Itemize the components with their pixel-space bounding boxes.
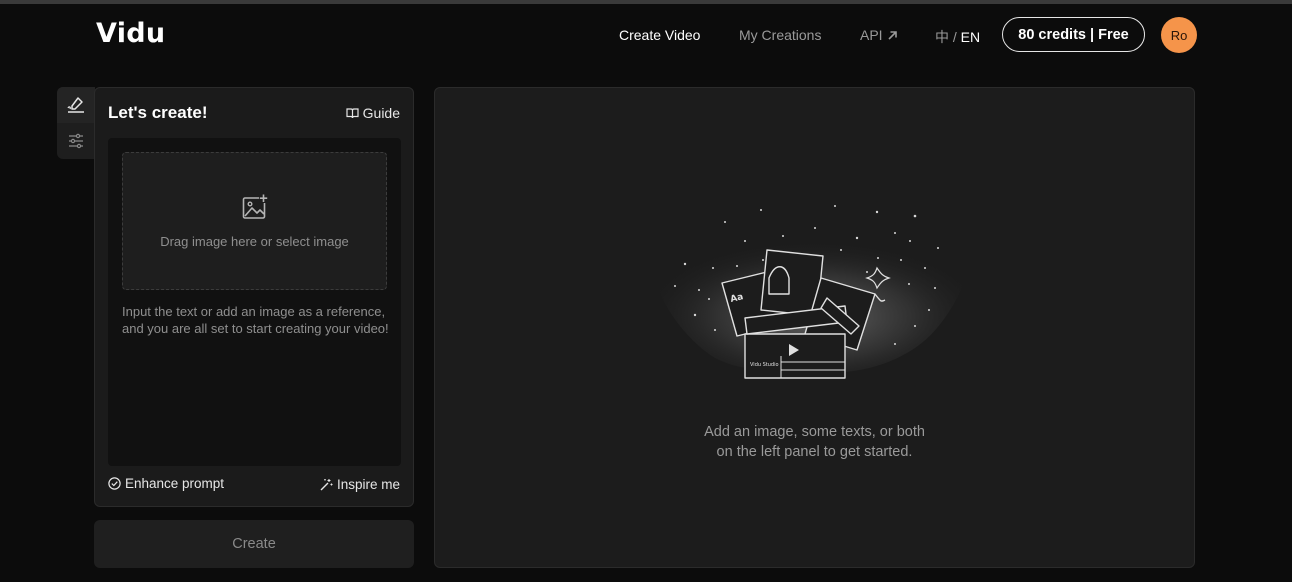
- create-button[interactable]: Create: [94, 520, 414, 568]
- lang-separator: /: [949, 29, 961, 45]
- vidu-logo[interactable]: Vidu: [96, 18, 165, 49]
- inspire-label: Inspire me: [336, 477, 400, 492]
- sliders-icon: [69, 133, 83, 149]
- inspire-me-button[interactable]: Inspire me: [319, 477, 400, 492]
- tab-text-to-video[interactable]: [57, 87, 95, 123]
- language-switcher[interactable]: 中 / EN: [935, 27, 980, 47]
- empty-state-line-1: Add an image, some texts, or both: [704, 424, 925, 440]
- nav-my-creations[interactable]: My Creations: [739, 27, 821, 43]
- tab-settings[interactable]: [57, 123, 95, 159]
- add-image-icon: [242, 194, 268, 219]
- empty-state-text: Add an image, some texts, or both on the…: [435, 422, 1194, 462]
- empty-state-illustration: Aa Vidu Studio: [653, 205, 975, 379]
- dropzone-text: Drag image here or select image: [160, 234, 349, 249]
- prompt-input[interactable]: Input the text or add an image as a refe…: [122, 303, 392, 337]
- nav-create-video[interactable]: Create Video: [619, 27, 700, 43]
- create-panel: Let's create! Guide Drag image here or s…: [94, 87, 414, 507]
- enhance-label: Enhance prompt: [125, 476, 225, 491]
- empty-state-line-2: on the left panel to get started.: [716, 444, 913, 460]
- guide-label: Guide: [362, 105, 400, 121]
- prompt-area[interactable]: Drag image here or select image Input th…: [108, 138, 401, 466]
- image-dropzone[interactable]: Drag image here or select image: [122, 152, 387, 290]
- lang-zh[interactable]: 中: [935, 29, 949, 45]
- enhance-prompt-toggle[interactable]: Enhance prompt: [108, 476, 224, 491]
- external-arrow-icon: [888, 30, 897, 40]
- panel-title: Let's create!: [108, 103, 208, 122]
- credits-button[interactable]: 80 credits | Free: [1002, 17, 1145, 52]
- nav-api-link[interactable]: API: [860, 27, 898, 43]
- preview-canvas: Aa Vidu Studio Add an image, some texts,…: [434, 87, 1195, 568]
- check-circle-icon: [108, 477, 121, 490]
- guide-link[interactable]: Guide: [346, 105, 400, 121]
- top-header: Vidu Create Video My Creations API 中 / E…: [0, 4, 1292, 66]
- side-tab-bar: [57, 87, 95, 159]
- user-avatar[interactable]: Ro: [1161, 17, 1197, 53]
- nav-api-label: API: [860, 27, 883, 43]
- brush-pen-icon: [67, 97, 84, 113]
- lang-en[interactable]: EN: [961, 29, 980, 45]
- magic-wand-icon: [320, 478, 333, 490]
- illustration-label: Vidu Studio: [750, 362, 779, 368]
- book-icon: [346, 108, 359, 119]
